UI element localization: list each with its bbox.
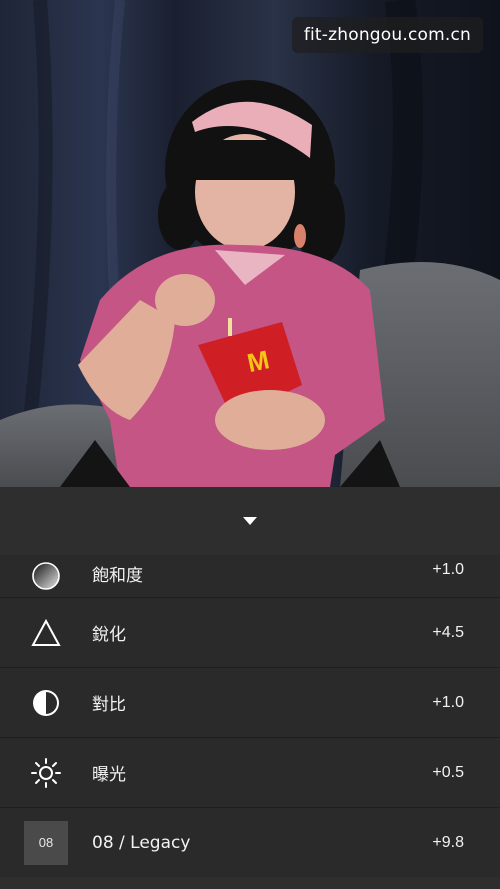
adjustment-label: 08 / Legacy	[92, 832, 191, 853]
filter-badge: 08	[24, 820, 68, 865]
exposure-icon	[31, 757, 61, 788]
collapse-panel-button[interactable]	[0, 487, 500, 555]
adjustment-row-exposure[interactable]: 曝光 +0.5	[0, 737, 500, 807]
adjustment-row-sharpen[interactable]: 銳化 +4.5	[0, 597, 500, 667]
adjustment-value: +0.5	[432, 763, 464, 781]
adjustment-value: +4.5	[432, 623, 464, 641]
adjustment-value: +1.0	[432, 693, 464, 711]
watermark-text: fit-zhongou.com.cn	[291, 17, 483, 53]
adjustment-row-contrast[interactable]: 對比 +1.0	[0, 667, 500, 737]
adjustment-list: 飽和度 +1.0 銳化 +4.5 對比 +1.0 曝光 +0.5 08 08 /…	[0, 555, 500, 877]
adjustment-value: +1.0	[432, 561, 464, 578]
chevron-down-icon	[243, 517, 257, 525]
adjustment-row-filter[interactable]: 08 08 / Legacy +9.8	[0, 807, 500, 877]
photo-preview: M fit-zhongou.com.cn	[0, 0, 500, 487]
adjustment-value: +9.8	[432, 833, 464, 851]
adjustment-row-saturation[interactable]: 飽和度 +1.0	[0, 555, 500, 597]
photo-image: M	[0, 0, 500, 487]
saturation-icon	[32, 562, 60, 590]
sharpen-icon	[31, 618, 61, 646]
adjustment-label: 曝光	[92, 765, 126, 785]
adjustment-label: 對比	[92, 695, 126, 715]
adjustment-label: 飽和度	[92, 566, 143, 586]
adjustments-panel: 飽和度 +1.0 銳化 +4.5 對比 +1.0 曝光 +0.5 08 08 /…	[0, 487, 500, 889]
adjustment-label: 銳化	[92, 625, 126, 645]
contrast-icon	[33, 689, 59, 716]
